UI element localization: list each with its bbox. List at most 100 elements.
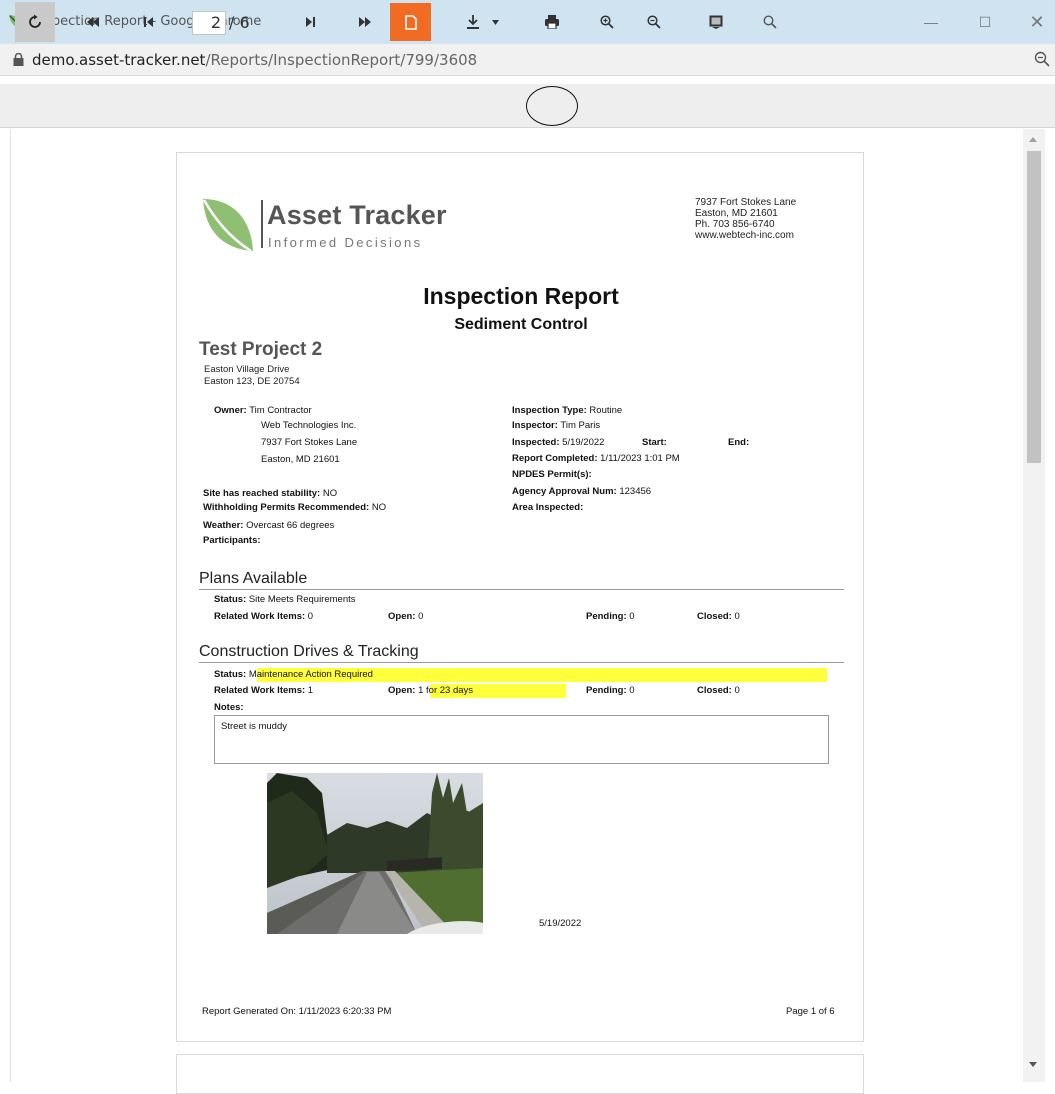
refresh-icon[interactable]	[15, 2, 55, 42]
notes-text: Street is muddy	[221, 721, 287, 732]
owner-company: Web Technologies Inc.	[261, 420, 357, 431]
download-icon[interactable]	[458, 0, 508, 44]
section-title: Construction Drives & Tracking	[199, 643, 419, 660]
status-label: Status:	[214, 594, 247, 605]
agency-value: 123456	[619, 486, 652, 497]
inspected-row: Inspected: 5/19/2022	[512, 437, 604, 448]
logo-tagline: Informed Decisions	[268, 235, 423, 250]
report-completed-value: 1/11/2023 1:01 PM	[600, 453, 680, 464]
open-value: 0	[418, 611, 424, 622]
scrollbar-thumb[interactable]	[1027, 151, 1041, 463]
inspected-label: Inspected:	[512, 437, 560, 448]
weather-label: Weather:	[203, 520, 244, 531]
report-completed-row: Report Completed: 1/11/2023 1:01 PM	[512, 453, 680, 464]
related-work-items-value: 0	[307, 611, 314, 622]
npdes-label: NPDES Permit(s):	[512, 469, 592, 480]
next-page-icon[interactable]	[295, 0, 325, 44]
first-page-icon[interactable]	[78, 0, 108, 44]
inspector-label: Inspector:	[512, 420, 558, 431]
lock-icon	[13, 53, 24, 66]
open-value: 1 for 23 days	[418, 685, 474, 696]
zoom-in-icon[interactable]	[593, 0, 621, 44]
pending-row: Pending: 0	[586, 685, 635, 696]
start-label: Start:	[642, 437, 667, 448]
asset-tracker-logo-leaf-icon	[202, 199, 253, 253]
report-title: Inspection Report	[423, 283, 619, 309]
stability-value: NO	[322, 488, 338, 499]
pending-row: Pending: 0	[586, 611, 635, 622]
company-address: 7937 Fort Stokes Lane Easton, MD 21601 P…	[695, 197, 796, 241]
related-work-items-label: Related Work Items:	[214, 685, 306, 696]
project-address: Easton Village Drive Easton 123, DE 2075…	[204, 364, 300, 388]
current-page-input[interactable]: 2	[192, 11, 226, 35]
closed-label: Closed:	[697, 611, 732, 622]
close-icon[interactable]: ✕	[1022, 8, 1052, 36]
project-address-line: Easton 123, DE 20754	[204, 376, 300, 387]
withholding-value: NO	[371, 502, 387, 513]
total-pages-label: / 6	[229, 13, 250, 32]
url-host: demo.asset-tracker.net	[32, 51, 206, 69]
status-value: Maintenance Action Required	[248, 669, 373, 680]
inspection-photo[interactable]	[267, 773, 483, 934]
related-work-items-row: Related Work Items: 1	[214, 685, 313, 696]
area-inspected-label: Area Inspected:	[512, 502, 584, 513]
url-path: /Reports/InspectionReport/799/3608	[205, 51, 478, 69]
inspection-type-value: Routine	[589, 405, 623, 416]
project-name: Test Project 2	[199, 339, 323, 360]
fit-page-icon[interactable]	[702, 0, 730, 44]
open-row: Open: 1 for 23 days	[388, 685, 473, 696]
inspector-value: Tim Paris	[560, 420, 601, 431]
single-page-icon[interactable]	[390, 3, 431, 41]
section-status-row: Status: Site Meets Requirements	[214, 594, 356, 605]
section-title: Plans Available	[199, 570, 308, 587]
weather-value: Overcast 66 degrees	[246, 520, 335, 531]
print-highlight-circle	[526, 86, 578, 126]
photo-date: 5/19/2022	[539, 918, 582, 929]
open-label: Open:	[388, 685, 416, 696]
agency-row: Agency Approval Num: 123456	[512, 486, 651, 497]
company-address-line: 7937 Fort Stokes Lane	[695, 197, 797, 208]
weather-row: Weather: Overcast 66 degrees	[203, 520, 334, 531]
minimize-icon[interactable]: —	[916, 8, 946, 36]
notes-box: Street is muddy	[214, 715, 829, 764]
section-divider	[199, 589, 844, 590]
company-phone: Ph. 703 856-6740	[695, 219, 775, 230]
withholding-label: Withholding Permits Recommended:	[203, 502, 370, 513]
closed-value: 0	[734, 685, 740, 696]
next-report-page	[176, 1054, 864, 1094]
url-text[interactable]: demo.asset-tracker.net/Reports/Inspectio…	[32, 51, 477, 69]
owner-block: Owner: Tim Contractor	[214, 405, 312, 416]
zoom-icon[interactable]	[1034, 51, 1050, 67]
stability-label: Site has reached stability:	[203, 488, 321, 499]
search-icon[interactable]	[756, 0, 784, 44]
logo-name: Asset Tracker	[267, 200, 447, 230]
inspected-value: 5/19/2022	[562, 437, 605, 448]
last-page-icon[interactable]	[350, 0, 380, 44]
notes-label: Notes:	[214, 702, 244, 713]
related-work-items-label: Related Work Items:	[214, 611, 306, 622]
related-work-items-value: 1	[307, 685, 314, 696]
print-icon[interactable]	[525, 0, 579, 44]
owner-street: 7937 Fort Stokes Lane	[261, 437, 358, 448]
status-value: Site Meets Requirements	[248, 594, 356, 605]
footer-page-number: Page 1 of 6	[786, 1006, 835, 1017]
previous-page-icon[interactable]	[133, 0, 163, 44]
address-bar[interactable]: demo.asset-tracker.net/Reports/Inspectio…	[0, 44, 1055, 76]
pending-value: 0	[629, 611, 635, 622]
vertical-scrollbar[interactable]	[1023, 129, 1045, 1082]
report-completed-label: Report Completed:	[512, 453, 598, 464]
status-label: Status:	[214, 669, 247, 680]
scroll-down-arrow-icon[interactable]	[1029, 1062, 1037, 1067]
inspection-type-label: Inspection Type:	[512, 405, 587, 416]
zoom-out-icon[interactable]	[640, 0, 668, 44]
related-work-items-row: Related Work Items: 0	[214, 611, 313, 622]
report-subtitle: Sediment Control	[454, 316, 588, 333]
pending-value: 0	[629, 685, 635, 696]
inspection-type-row: Inspection Type: Routine	[512, 405, 622, 416]
maximize-icon[interactable]: ☐	[970, 8, 1000, 36]
closed-value: 0	[734, 611, 740, 622]
scroll-up-arrow-icon[interactable]	[1029, 137, 1037, 142]
stability-row: Site has reached stability: NO	[203, 488, 337, 499]
inspector-row: Inspector: Tim Paris	[512, 420, 600, 431]
company-address-line: Easton, MD 21601	[695, 208, 778, 219]
